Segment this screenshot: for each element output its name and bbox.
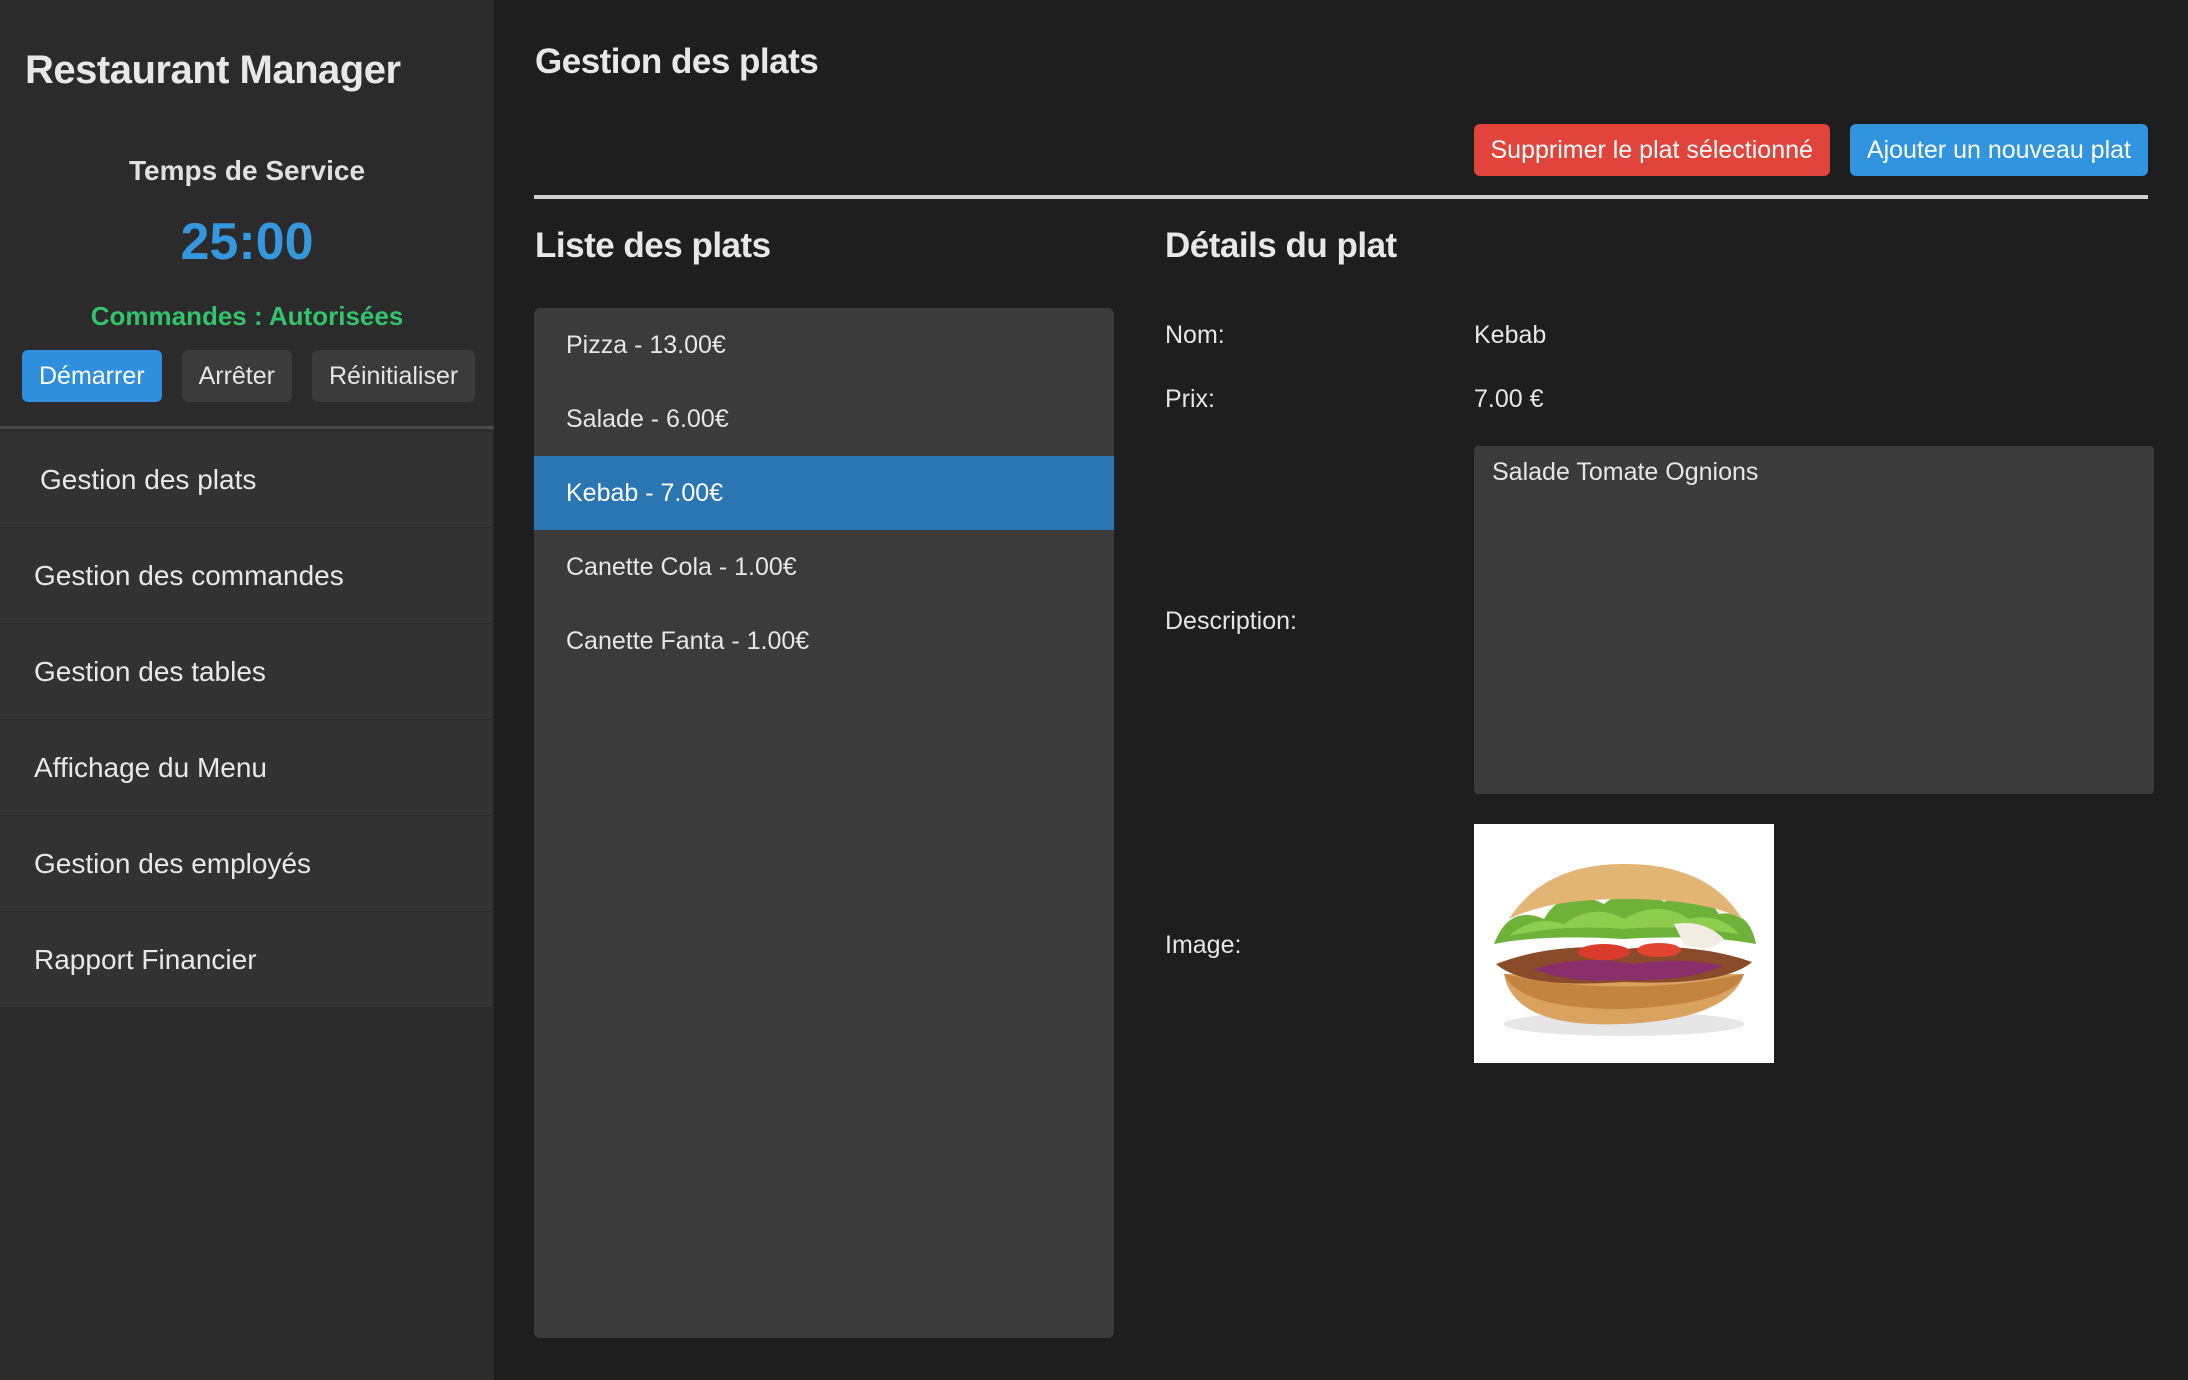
reset-button[interactable]: Réinitialiser: [311, 350, 476, 402]
app-window: Restaurant Manager Temps de Service 25:0…: [0, 0, 2188, 1380]
main-panel: Gestion des plats Supprimer le plat séle…: [494, 0, 2188, 1380]
nav-item-gestion-commandes[interactable]: Gestion des commandes: [0, 528, 494, 624]
nav-item-gestion-tables[interactable]: Gestion des tables: [0, 624, 494, 720]
timer-controls: Démarrer Arrêter Réinitialiser: [22, 350, 476, 402]
description-field[interactable]: Salade Tomate Ognions: [1474, 446, 2154, 794]
kebab-image: [1474, 824, 1774, 1063]
app-title: Restaurant Manager: [25, 48, 401, 92]
name-label: Nom:: [1165, 321, 1225, 349]
nav-item-gestion-employes[interactable]: Gestion des employés: [0, 816, 494, 912]
dish-list[interactable]: Pizza - 13.00€ Salade - 6.00€ Kebab - 7.…: [534, 308, 1114, 1338]
dish-image: [1474, 824, 1774, 1063]
nav-item-gestion-plats[interactable]: Gestion des plats: [0, 432, 494, 528]
add-dish-button[interactable]: Ajouter un nouveau plat: [1849, 124, 2148, 176]
stop-button[interactable]: Arrêter: [181, 350, 292, 402]
dish-list-item[interactable]: Salade - 6.00€: [534, 382, 1114, 456]
nav-item-rapport-financier[interactable]: Rapport Financier: [0, 912, 494, 1008]
delete-dish-button[interactable]: Supprimer le plat sélectionné: [1473, 124, 1830, 176]
dish-list-item[interactable]: Pizza - 13.00€: [534, 308, 1114, 382]
dish-list-title: Liste des plats: [535, 226, 771, 265]
service-timer-value: 25:00: [180, 213, 314, 271]
sidebar-divider: [0, 426, 494, 429]
sidebar-nav: Gestion des plats Gestion des commandes …: [0, 432, 494, 1008]
start-button[interactable]: Démarrer: [22, 350, 162, 402]
price-value: 7.00 €: [1474, 385, 1544, 413]
dish-list-item[interactable]: Canette Fanta - 1.00€: [534, 604, 1114, 678]
dish-details-title: Détails du plat: [1165, 226, 1397, 265]
image-label: Image:: [1165, 931, 1242, 959]
sidebar: Restaurant Manager Temps de Service 25:0…: [0, 0, 494, 1380]
description-label: Description:: [1165, 607, 1297, 635]
dish-actions: Supprimer le plat sélectionné Ajouter un…: [1473, 124, 2148, 176]
header-divider: [534, 195, 2148, 199]
service-timer-label: Temps de Service: [128, 155, 366, 186]
price-label: Prix:: [1165, 385, 1215, 413]
orders-status-text: Commandes : Autorisées: [90, 301, 404, 331]
name-value: Kebab: [1474, 321, 1547, 349]
nav-item-affichage-menu[interactable]: Affichage du Menu: [0, 720, 494, 816]
dish-list-item[interactable]: Canette Cola - 1.00€: [534, 530, 1114, 604]
dish-list-item-selected[interactable]: Kebab - 7.00€: [534, 456, 1114, 530]
page-title: Gestion des plats: [535, 42, 819, 81]
